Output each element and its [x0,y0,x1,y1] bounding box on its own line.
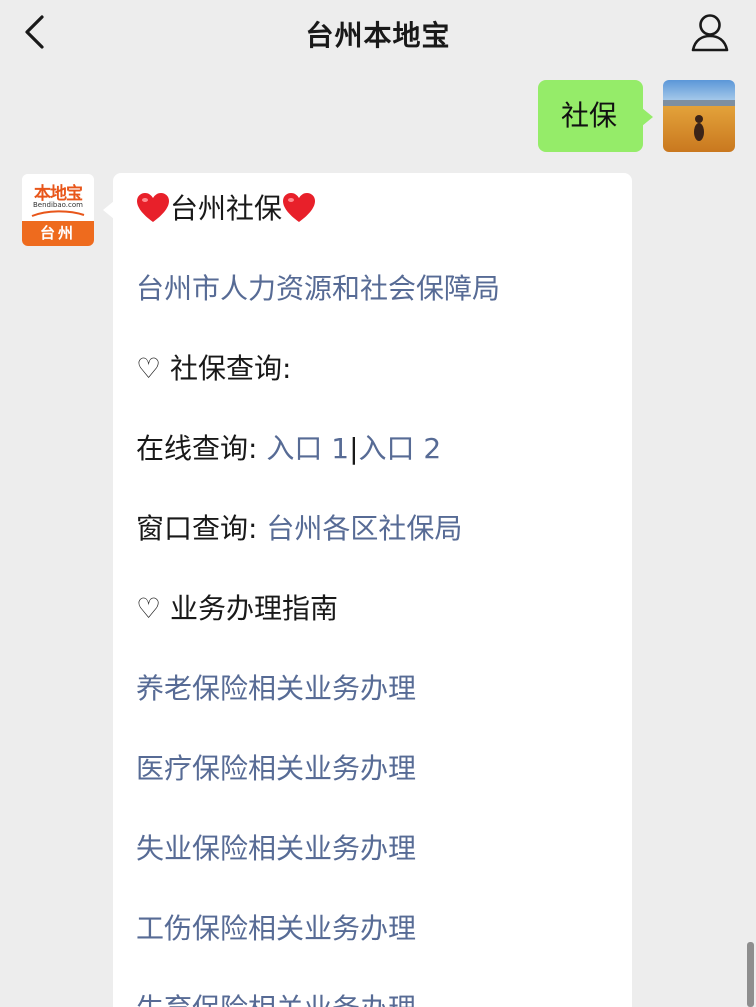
person-icon [691,14,729,52]
logo-top: 本地宝 Bendibao.com [22,174,94,221]
section-guide-label: 业务办理指南 [170,592,339,625]
guide-link-maternity[interactable]: 生育保险相关业务办理 [136,989,416,1007]
message-title: 台州社保 [136,189,316,229]
entry-2-link[interactable]: 入口 2 [359,432,442,465]
online-query-label: 在线查询: [136,432,258,465]
org-link[interactable]: 台州市人力资源和社会保障局 [136,269,500,309]
section-query-heading: ♡ 社保查询: [136,349,291,389]
outgoing-message-text: 社保 [561,99,618,132]
chat-title: 台州本地宝 [305,19,451,52]
swoosh-icon [31,210,85,217]
online-query-row: 在线查询: 入口 1|入口 2 [136,429,441,469]
brand-domain-text: Bendibao.com [32,201,83,209]
guide-link-injury[interactable]: 工伤保险相关业务办理 [136,909,416,949]
landscape-photo-icon [663,80,735,152]
section-query-label: 社保查询: [170,352,292,385]
guide-link-pension[interactable]: 养老保险相关业务办理 [136,669,416,709]
user-avatar[interactable] [663,80,735,152]
scrollbar[interactable] [747,942,754,1007]
incoming-message-bubble: 台州社保 台州市人力资源和社会保障局 ♡ 社保查询: 在线查询: 入口 1|入口… [103,173,632,1007]
brand-city-label: 台州 [22,221,94,246]
outline-heart-icon: ♡ [136,352,162,385]
entry-1-link[interactable]: 入口 1 [266,432,349,465]
red-heart-icon [283,193,316,222]
red-heart-icon [137,193,169,222]
outline-heart-icon: ♡ [136,592,162,625]
guide-link-medical[interactable]: 医疗保险相关业务办理 [136,749,416,789]
message-title-text: 台州社保 [170,192,283,225]
outgoing-message-bubble[interactable]: 社保 [538,80,653,152]
bendibao-avatar[interactable]: 本地宝 Bendibao.com 台州 [22,174,94,246]
chat-screen: 台州本地宝 社保 本地宝 Bendibao.com 台州 台州社保 台州市人力资… [0,0,756,1007]
profile-button[interactable] [688,10,732,54]
section-guide-heading: ♡ 业务办理指南 [136,589,338,629]
guide-link-unemployment[interactable]: 失业保险相关业务办理 [136,829,416,869]
district-bureau-link[interactable]: 台州各区社保局 [266,512,462,545]
entry-separator: | [349,432,359,465]
window-query-label: 窗口查询: [136,512,258,545]
chat-header: 台州本地宝 [0,0,756,70]
window-query-row: 窗口查询: 台州各区社保局 [136,509,462,549]
